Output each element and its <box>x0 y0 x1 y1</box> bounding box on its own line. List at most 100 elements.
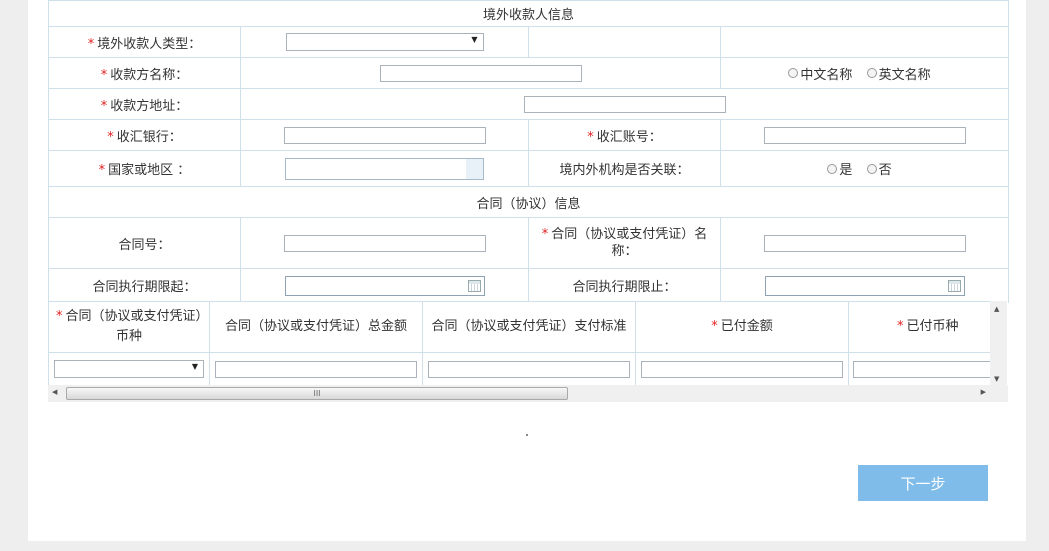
payee-address-cell <box>239 88 1010 120</box>
scroll-right-icon[interactable]: ▶ <box>981 388 986 396</box>
grid-header-paid-amount: * 已付金额 <box>635 301 849 353</box>
required-marker: * <box>587 129 594 145</box>
horizontal-scroll-thumb[interactable]: III <box>66 387 568 400</box>
grid-cell-currency: ▼ <box>48 352 210 385</box>
radio-chinese-name-label: 中文名称 <box>800 67 853 83</box>
country-label-cell: * 国家或地区 ： <box>48 150 241 187</box>
grid-header-paid-amount-label: 已付金额 <box>720 319 773 334</box>
contract-name-label-cell: * 合同（协议或支付凭证）名称： <box>528 217 721 269</box>
empty-cell <box>719 26 1010 58</box>
paid-currency-input[interactable] <box>853 360 990 378</box>
payee-address-input[interactable] <box>523 95 726 113</box>
required-marker: * <box>541 227 549 242</box>
grid-header-payment-standard: 合同（协议或支付凭证）支付标准 <box>422 301 636 353</box>
dropdown-arrow-icon: ▼ <box>471 35 478 44</box>
radio-related-yes-label: 是 <box>839 163 853 178</box>
related-cell: 是 否 <box>719 150 1010 187</box>
name-lang-cell: 中文名称 英文名称 <box>719 57 1010 89</box>
payment-standard-input[interactable] <box>428 360 630 378</box>
bank-cell <box>240 119 529 151</box>
contract-name-input[interactable] <box>763 234 966 252</box>
contract-name-label: 合同（协议或支付凭证）名称： <box>551 227 708 259</box>
payee-address-label: 收款方地址： <box>110 98 189 114</box>
contract-no-cell <box>240 217 529 269</box>
empty-cell <box>528 26 721 58</box>
horizontal-scrollbar[interactable]: ◀ III ▶ <box>48 385 1008 402</box>
required-marker: * <box>55 309 63 324</box>
payment-grid-viewport: * 合同（协议或支付凭证）币种 合同（协议或支付凭证）总金额 合同（协议或支付凭证… <box>48 301 990 385</box>
required-marker: * <box>100 98 108 114</box>
payee-section-title: 境外收款人信息 <box>47 0 1010 27</box>
required-marker: * <box>107 129 114 145</box>
payee-type-cell: ▼ <box>240 26 529 58</box>
payee-name-input[interactable] <box>379 64 582 82</box>
required-marker: * <box>711 319 718 334</box>
related-label: 境内外机构是否关联： <box>528 150 721 187</box>
grid-header-paid-currency-label: 已付币种 <box>906 319 959 334</box>
end-date-label: 合同执行期限止： <box>528 268 721 303</box>
radio-english-name[interactable] <box>866 68 877 78</box>
calendar-icon[interactable] <box>467 279 481 292</box>
account-label: 收汇账号： <box>596 129 662 145</box>
radio-related-no[interactable] <box>866 163 877 174</box>
country-label: 国家或地区 ： <box>108 163 191 178</box>
payment-grid-table: * 合同（协议或支付凭证）币种 合同（协议或支付凭证）总金额 合同（协议或支付凭证… <box>48 301 990 385</box>
payee-name-label: 收款方名称： <box>110 67 189 83</box>
end-date-cell <box>719 268 1010 303</box>
account-label-cell: * 收汇账号： <box>528 119 721 151</box>
account-cell <box>719 119 1010 151</box>
grid-header-currency: * 合同（协议或支付凭证）币种 <box>48 301 210 353</box>
vertical-scrollbar[interactable]: ▲ ▼ <box>990 301 1007 385</box>
bank-label-cell: * 收汇银行： <box>48 119 241 151</box>
grid-cell-paid-currency <box>848 352 990 385</box>
end-date-input[interactable] <box>764 275 965 296</box>
scroll-up-icon[interactable]: ▲ <box>994 305 999 313</box>
required-marker: * <box>897 319 904 334</box>
contract-section-title: 合同（协议）信息 <box>47 186 1010 218</box>
payee-name-cell <box>240 57 721 89</box>
required-marker: * <box>98 163 106 178</box>
grid-header-total-amount: 合同（协议或支付凭证）总金额 <box>209 301 423 353</box>
decorative-dot <box>526 434 528 436</box>
start-date-cell <box>240 268 529 303</box>
payee-contract-form: 境外收款人信息 * 境外收款人类型： ▼ * 收款方名称： 中文名称 英文名称 … <box>47 0 1010 303</box>
payment-grid: * 合同（协议或支付凭证）币种 合同（协议或支付凭证）总金额 合同（协议或支付凭证… <box>48 301 1008 402</box>
payee-address-label-cell: * 收款方地址： <box>48 88 241 120</box>
grid-header-row: * 合同（协议或支付凭证）币种 合同（协议或支付凭证）总金额 合同（协议或支付凭证… <box>48 301 990 353</box>
radio-related-no-label: 否 <box>878 163 892 178</box>
start-date-label: 合同执行期限起： <box>48 268 241 303</box>
total-amount-input[interactable] <box>215 360 417 378</box>
account-input[interactable] <box>763 126 966 144</box>
paid-amount-input[interactable] <box>641 360 843 378</box>
payee-type-label-cell: * 境外收款人类型： <box>48 26 241 58</box>
scroll-left-icon[interactable]: ◀ <box>52 388 57 396</box>
country-cell <box>240 150 529 187</box>
dropdown-arrow-icon: ▼ <box>191 362 198 371</box>
radio-english-name-label: 英文名称 <box>878 67 931 83</box>
country-region-input[interactable] <box>285 157 484 180</box>
grid-cell-paid-amount <box>635 352 849 385</box>
bank-label: 收汇银行： <box>116 129 182 145</box>
radio-chinese-name[interactable] <box>788 68 799 78</box>
start-date-input[interactable] <box>284 275 485 296</box>
grid-cell-total-amount <box>209 352 423 385</box>
bank-input[interactable] <box>283 126 486 144</box>
grid-cell-payment-standard <box>422 352 636 385</box>
contract-name-cell <box>719 217 1010 269</box>
radio-related-yes[interactable] <box>827 163 838 174</box>
payee-type-select[interactable]: ▼ <box>285 33 484 51</box>
payee-name-label-cell: * 收款方名称： <box>48 57 241 89</box>
scroll-down-icon[interactable]: ▼ <box>994 375 999 383</box>
grid-header-paid-currency: * 已付币种 <box>848 301 990 353</box>
currency-select[interactable]: ▼ <box>54 360 204 378</box>
required-marker: * <box>87 36 95 52</box>
required-marker: * <box>100 67 108 83</box>
payee-type-label: 境外收款人类型： <box>97 36 202 52</box>
form-panel: 境外收款人信息 * 境外收款人类型： ▼ * 收款方名称： 中文名称 英文名称 … <box>28 0 1026 541</box>
next-step-button[interactable]: 下一步 <box>858 465 988 501</box>
calendar-icon[interactable] <box>947 279 961 292</box>
grid-header-currency-label: 合同（协议或支付凭证）币种 <box>65 309 202 344</box>
contract-no-input[interactable] <box>283 234 486 252</box>
grid-row: ▼ <box>48 352 990 385</box>
contract-no-label: 合同号： <box>48 217 241 269</box>
